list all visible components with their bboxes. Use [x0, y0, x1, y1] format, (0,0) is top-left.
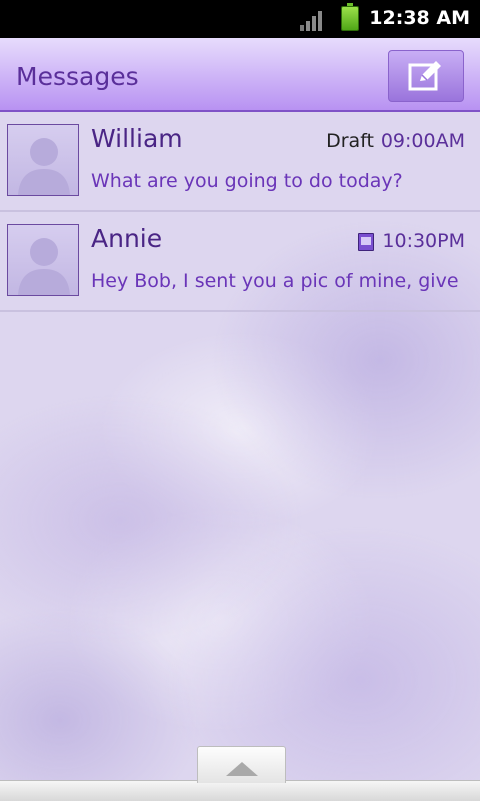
message-thread-list: William Draft 09:00AM What are you going…: [0, 112, 480, 312]
status-time: 12:38 AM: [369, 7, 470, 29]
expand-drawer-button[interactable]: [197, 746, 286, 783]
thread-row-annie[interactable]: Annie 10:30PM Hey Bob, I sent you a pic …: [0, 212, 480, 312]
contact-silhouette-icon: [18, 238, 70, 295]
compose-pencil-icon: [408, 61, 441, 91]
thread-snippet: Hey Bob, I sent you a pic of mine, give …: [91, 270, 465, 292]
thread-time: 10:30PM: [382, 230, 465, 252]
avatar[interactable]: [7, 124, 79, 196]
header: Messages: [0, 38, 480, 112]
status-bar: 12:38 AM: [0, 0, 480, 38]
thread-contact-name: Annie: [91, 224, 163, 253]
avatar[interactable]: [7, 224, 79, 296]
thread-time: 09:00AM: [380, 130, 465, 152]
signal-bars-icon: [300, 9, 326, 31]
draft-label: Draft: [326, 130, 374, 152]
attachment-icon: [358, 233, 374, 251]
page-title: Messages: [16, 62, 139, 91]
thread-row-william[interactable]: William Draft 09:00AM What are you going…: [0, 112, 480, 212]
bottom-bar: [0, 780, 480, 801]
contact-silhouette-icon: [18, 138, 70, 195]
chevron-up-icon: [226, 762, 258, 776]
thread-contact-name: William: [91, 124, 183, 153]
thread-snippet: What are you going to do today?: [91, 170, 403, 192]
battery-icon: [341, 3, 359, 31]
compose-button[interactable]: [388, 50, 464, 102]
